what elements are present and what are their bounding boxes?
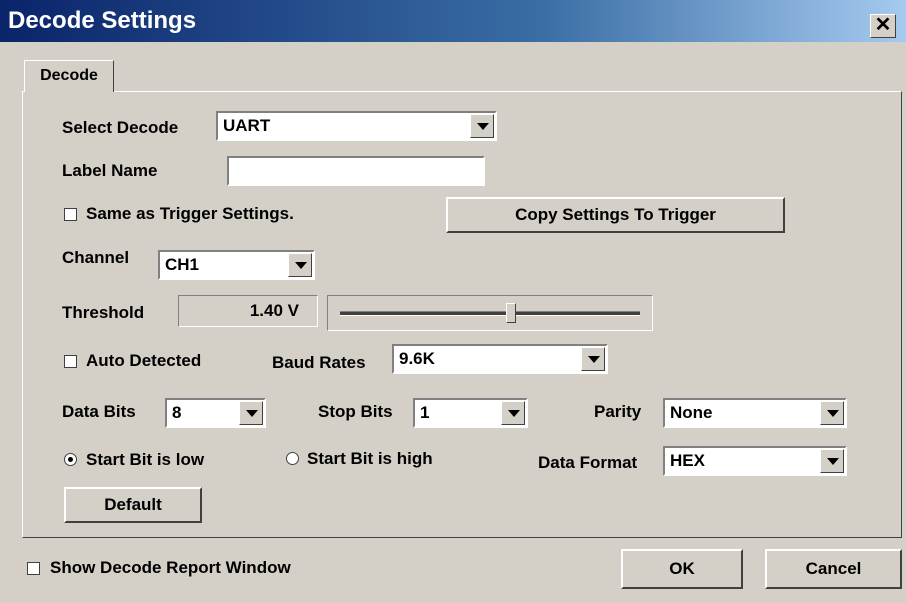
data-bits-label: Data Bits bbox=[62, 402, 136, 421]
default-button[interactable]: Default bbox=[64, 487, 202, 523]
start-bit-high-label: Start Bit is high bbox=[307, 449, 433, 468]
channel-label: Channel bbox=[62, 248, 130, 267]
start-bit-high-radio[interactable] bbox=[286, 452, 299, 465]
chevron-down-icon bbox=[581, 347, 605, 371]
tab-decode[interactable]: Decode bbox=[24, 60, 114, 92]
channel-value: CH1 bbox=[165, 255, 200, 274]
stop-bits-value: 1 bbox=[420, 403, 430, 422]
parity-label: Parity bbox=[594, 402, 642, 421]
channel-dropdown[interactable]: CH1 bbox=[158, 250, 315, 280]
stop-bits-dropdown[interactable]: 1 bbox=[413, 398, 528, 428]
select-decode-value: UART bbox=[223, 116, 271, 135]
start-bit-low-radio[interactable] bbox=[64, 453, 77, 466]
threshold-label: Threshold bbox=[62, 303, 145, 322]
same-as-trigger-label: Same as Trigger Settings. bbox=[86, 204, 294, 223]
show-report-label: Show Decode Report Window bbox=[50, 558, 291, 577]
parity-value: None bbox=[670, 403, 713, 422]
chevron-down-icon bbox=[820, 401, 844, 425]
data-bits-value: 8 bbox=[172, 403, 182, 422]
select-decode-dropdown[interactable]: UART bbox=[216, 111, 497, 141]
auto-detected-checkbox[interactable] bbox=[64, 355, 77, 368]
title-bar: Decode Settings ✕ bbox=[0, 0, 906, 42]
cancel-button[interactable]: Cancel bbox=[765, 549, 902, 589]
data-format-dropdown[interactable]: HEX bbox=[663, 446, 847, 476]
same-as-trigger-checkbox[interactable] bbox=[64, 208, 77, 221]
threshold-slider[interactable] bbox=[327, 295, 653, 331]
select-decode-label: Select Decode bbox=[62, 118, 179, 137]
baud-rates-value: 9.6K bbox=[399, 349, 435, 368]
start-bit-low-label: Start Bit is low bbox=[86, 450, 205, 469]
data-format-value: HEX bbox=[670, 451, 705, 470]
threshold-value: 1.40 V bbox=[249, 301, 299, 320]
show-report-checkbox[interactable] bbox=[27, 562, 40, 575]
chevron-down-icon bbox=[501, 401, 525, 425]
data-format-label: Data Format bbox=[538, 453, 638, 472]
window-title: Decode Settings bbox=[8, 7, 197, 34]
copy-settings-button[interactable]: Copy Settings To Trigger bbox=[446, 197, 785, 233]
auto-detected-label: Auto Detected bbox=[86, 351, 202, 370]
threshold-value-box: 1.40 V bbox=[178, 295, 318, 327]
label-name-label: Label Name bbox=[62, 161, 158, 180]
label-name-input[interactable] bbox=[227, 156, 485, 186]
slider-track bbox=[340, 311, 640, 316]
parity-dropdown[interactable]: None bbox=[663, 398, 847, 428]
baud-rates-dropdown[interactable]: 9.6K bbox=[392, 344, 608, 374]
chevron-down-icon bbox=[470, 114, 494, 138]
close-button[interactable]: ✕ bbox=[870, 14, 896, 38]
close-icon: ✕ bbox=[874, 14, 892, 36]
baud-rates-label: Baud Rates bbox=[272, 353, 366, 372]
slider-thumb[interactable] bbox=[506, 303, 516, 323]
chevron-down-icon bbox=[239, 401, 263, 425]
chevron-down-icon bbox=[820, 449, 844, 473]
data-bits-dropdown[interactable]: 8 bbox=[165, 398, 266, 428]
ok-button[interactable]: OK bbox=[621, 549, 743, 589]
stop-bits-label: Stop Bits bbox=[318, 402, 393, 421]
chevron-down-icon bbox=[288, 253, 312, 277]
